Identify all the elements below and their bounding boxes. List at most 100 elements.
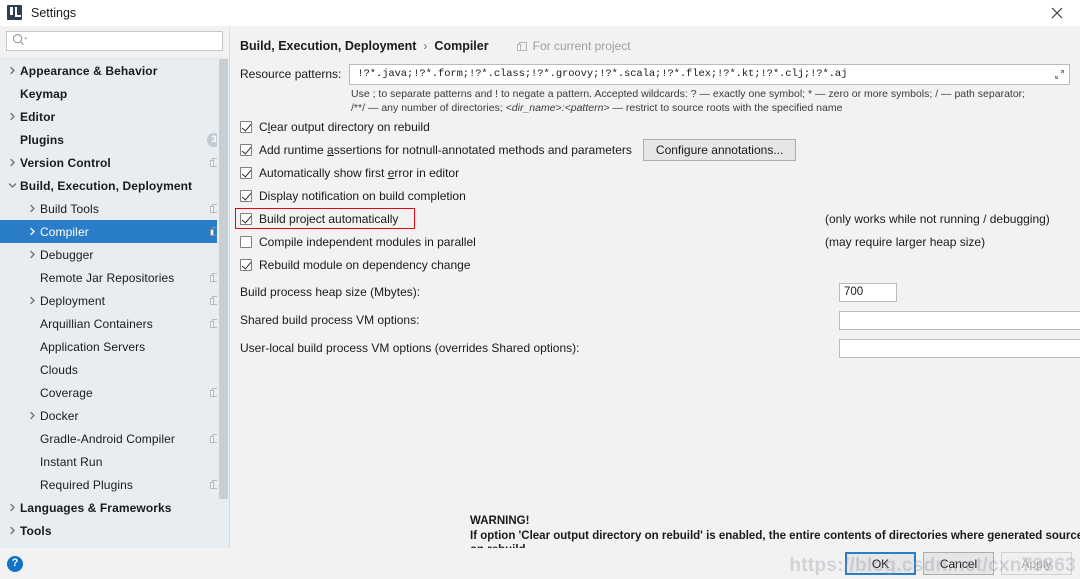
build-heap-size-input[interactable] <box>839 282 897 302</box>
checkbox-checked-icon[interactable] <box>240 144 252 156</box>
hint-line-1: Use ; to separate patterns and ! to nega… <box>351 88 1026 100</box>
checkbox-row: Display notification on build completion <box>240 185 1070 207</box>
sidebar-item-debugger[interactable]: Debugger <box>0 243 229 266</box>
field-row: Build process heap size (Mbytes): <box>240 280 1070 304</box>
chevron-right-icon[interactable] <box>24 250 40 259</box>
chevron-right-icon[interactable] <box>4 503 20 512</box>
checkbox-label: Rebuild module on dependency change <box>259 258 471 272</box>
shared-vm-options-label: Shared build process VM options: <box>240 313 420 327</box>
compiler-options-list: Clear output directory on rebuild Add run… <box>235 116 1070 276</box>
hint-line-2-pre: /**/ — any number of directories; <box>351 101 506 114</box>
sidebar-scrollbar[interactable] <box>217 57 229 548</box>
checkbox-note: (may require larger heap size) <box>825 235 986 249</box>
settings-dialog: Settings Appearance & Behavior Keymap Ed… <box>0 0 1080 579</box>
chevron-right-icon[interactable] <box>4 158 20 167</box>
checkbox-checked-icon[interactable] <box>240 121 252 133</box>
sidebar-item-required-plugins[interactable]: Required Plugins <box>0 473 229 496</box>
sidebar-item-editor[interactable]: Editor <box>0 105 229 128</box>
sidebar-item-arquillian-containers[interactable]: Arquillian Containers <box>0 312 229 335</box>
dialog-buttons: OK Cancel Apply <box>845 552 1072 575</box>
chevron-down-icon[interactable] <box>4 181 20 190</box>
apply-button: Apply <box>1001 552 1072 575</box>
checkbox-clear-output-directory-on-rebuild[interactable]: Clear output directory on rebuild <box>240 120 430 134</box>
chevron-right-icon[interactable] <box>4 112 20 121</box>
chevron-right-icon[interactable] <box>24 227 40 236</box>
close-icon[interactable] <box>1034 0 1080 26</box>
compiler-settings-panel: Build, Execution, Deployment › Compiler … <box>229 26 1080 556</box>
scope-indicator: For current project <box>516 39 631 53</box>
dialog-body: Appearance & Behavior Keymap Editor Plugins… <box>0 26 1080 556</box>
resource-patterns-hint: Use ; to separate patterns and ! to nega… <box>351 88 1070 115</box>
sidebar-item-appearance-behavior[interactable]: Appearance & Behavior <box>0 59 229 82</box>
sidebar-item-build-execution-deployment[interactable]: Build, Execution, Deployment <box>0 174 229 197</box>
help-icon[interactable]: ? <box>7 555 23 572</box>
checkbox-unchecked-icon[interactable] <box>240 236 252 248</box>
shared-vm-options-input[interactable] <box>839 310 1080 330</box>
sidebar-item-label: Remote Jar Repositories <box>40 270 175 285</box>
sidebar-item-label: Compiler <box>40 224 89 239</box>
sidebar-item-deployment[interactable]: Deployment <box>0 289 229 312</box>
sidebar-item-application-servers[interactable]: Application Servers <box>0 335 229 358</box>
build-heap-size-label: Build process heap size (Mbytes): <box>240 285 421 299</box>
chevron-right-icon[interactable] <box>4 66 20 75</box>
resource-patterns-input[interactable] <box>355 67 1050 81</box>
sidebar-scrollbar-thumb[interactable] <box>219 59 228 499</box>
window-title: Settings <box>31 5 77 20</box>
checkbox-compile-independent-modules-in-parallel[interactable]: Compile independent modules in parallel <box>240 235 476 249</box>
sidebar-item-label: Application Servers <box>40 339 146 354</box>
sidebar-item-docker[interactable]: Docker <box>0 404 229 427</box>
checkbox-add-runtime-assertions-for-notnull-annotated-methods-and-parameters[interactable]: Add runtime assertions for notnull-annot… <box>240 143 632 157</box>
sidebar-item-label: Editor <box>20 109 56 124</box>
sidebar-item-label: Required Plugins <box>40 477 133 492</box>
checkbox-checked-icon[interactable] <box>240 167 252 179</box>
sidebar-item-build-tools[interactable]: Build Tools <box>0 197 229 220</box>
sidebar-item-label: Tools <box>20 523 52 538</box>
breadcrumb-parent[interactable]: Build, Execution, Deployment <box>240 39 416 53</box>
resource-patterns-field[interactable] <box>349 63 1070 85</box>
configure-annotations-button[interactable]: Configure annotations... <box>642 139 797 161</box>
chevron-right-icon[interactable] <box>24 204 40 213</box>
sidebar-item-tools[interactable]: Tools <box>0 519 229 542</box>
sidebar-item-coverage[interactable]: Coverage <box>0 381 229 404</box>
checkbox-label: Compile independent modules in parallel <box>259 235 476 249</box>
checkbox-label: Display notification on build completion <box>259 189 466 203</box>
checkbox-checked-icon[interactable] <box>240 259 252 271</box>
cancel-button[interactable]: Cancel <box>923 552 994 575</box>
checkbox-label: Build project automatically <box>259 212 399 226</box>
checkbox-checked-icon[interactable] <box>240 190 252 202</box>
checkbox-automatically-show-first-error-in-editor[interactable]: Automatically show first error in editor <box>240 166 459 180</box>
search-container <box>0 26 229 57</box>
checkbox-display-notification-on-build-completion[interactable]: Display notification on build completion <box>240 189 466 203</box>
sidebar-item-languages-frameworks[interactable]: Languages & Frameworks <box>0 496 229 519</box>
sidebar-item-remote-jar-repositories[interactable]: Remote Jar Repositories <box>0 266 229 289</box>
sidebar-item-compiler[interactable]: Compiler <box>0 220 229 243</box>
sidebar-item-clouds[interactable]: Clouds <box>0 358 229 381</box>
chevron-right-icon[interactable] <box>24 411 40 420</box>
sidebar-item-gradle-android-compiler[interactable]: Gradle-Android Compiler <box>0 427 229 450</box>
warning-title: WARNING! <box>470 515 530 527</box>
sidebar-item-plugins[interactable]: Plugins 3 <box>0 128 229 151</box>
project-scope-icon <box>516 41 528 52</box>
checkbox-label: Clear output directory on rebuild <box>259 120 430 134</box>
ok-button[interactable]: OK <box>845 552 916 575</box>
user-local-vm-options-label: User-local build process VM options (ove… <box>240 341 580 355</box>
user-local-vm-options-input[interactable] <box>839 338 1080 358</box>
search-box[interactable] <box>6 31 223 51</box>
sidebar-item-label: Keymap <box>20 86 68 101</box>
field-row: Shared build process VM options: <box>240 308 1080 332</box>
breadcrumb: Build, Execution, Deployment › Compiler … <box>230 26 1080 56</box>
checkbox-checked-icon[interactable] <box>240 213 252 225</box>
checkbox-label: Add runtime assertions for notnull-annot… <box>259 143 632 157</box>
sidebar-item-version-control[interactable]: Version Control <box>0 151 229 174</box>
checkbox-row: Automatically show first error in editor <box>240 162 1070 184</box>
checkbox-build-project-automatically[interactable]: Build project automatically <box>235 208 415 229</box>
chevron-right-icon[interactable] <box>24 296 40 305</box>
sidebar-item-keymap[interactable]: Keymap <box>0 82 229 105</box>
checkbox-rebuild-module-on-dependency-change[interactable]: Rebuild module on dependency change <box>240 258 471 272</box>
search-input[interactable] <box>28 32 222 50</box>
checkbox-row: Clear output directory on rebuild <box>240 116 1070 138</box>
chevron-right-icon[interactable] <box>4 526 20 535</box>
sidebar-item-label: Arquillian Containers <box>40 316 153 331</box>
expand-icon[interactable] <box>1050 69 1065 80</box>
sidebar-item-instant-run[interactable]: Instant Run <box>0 450 229 473</box>
